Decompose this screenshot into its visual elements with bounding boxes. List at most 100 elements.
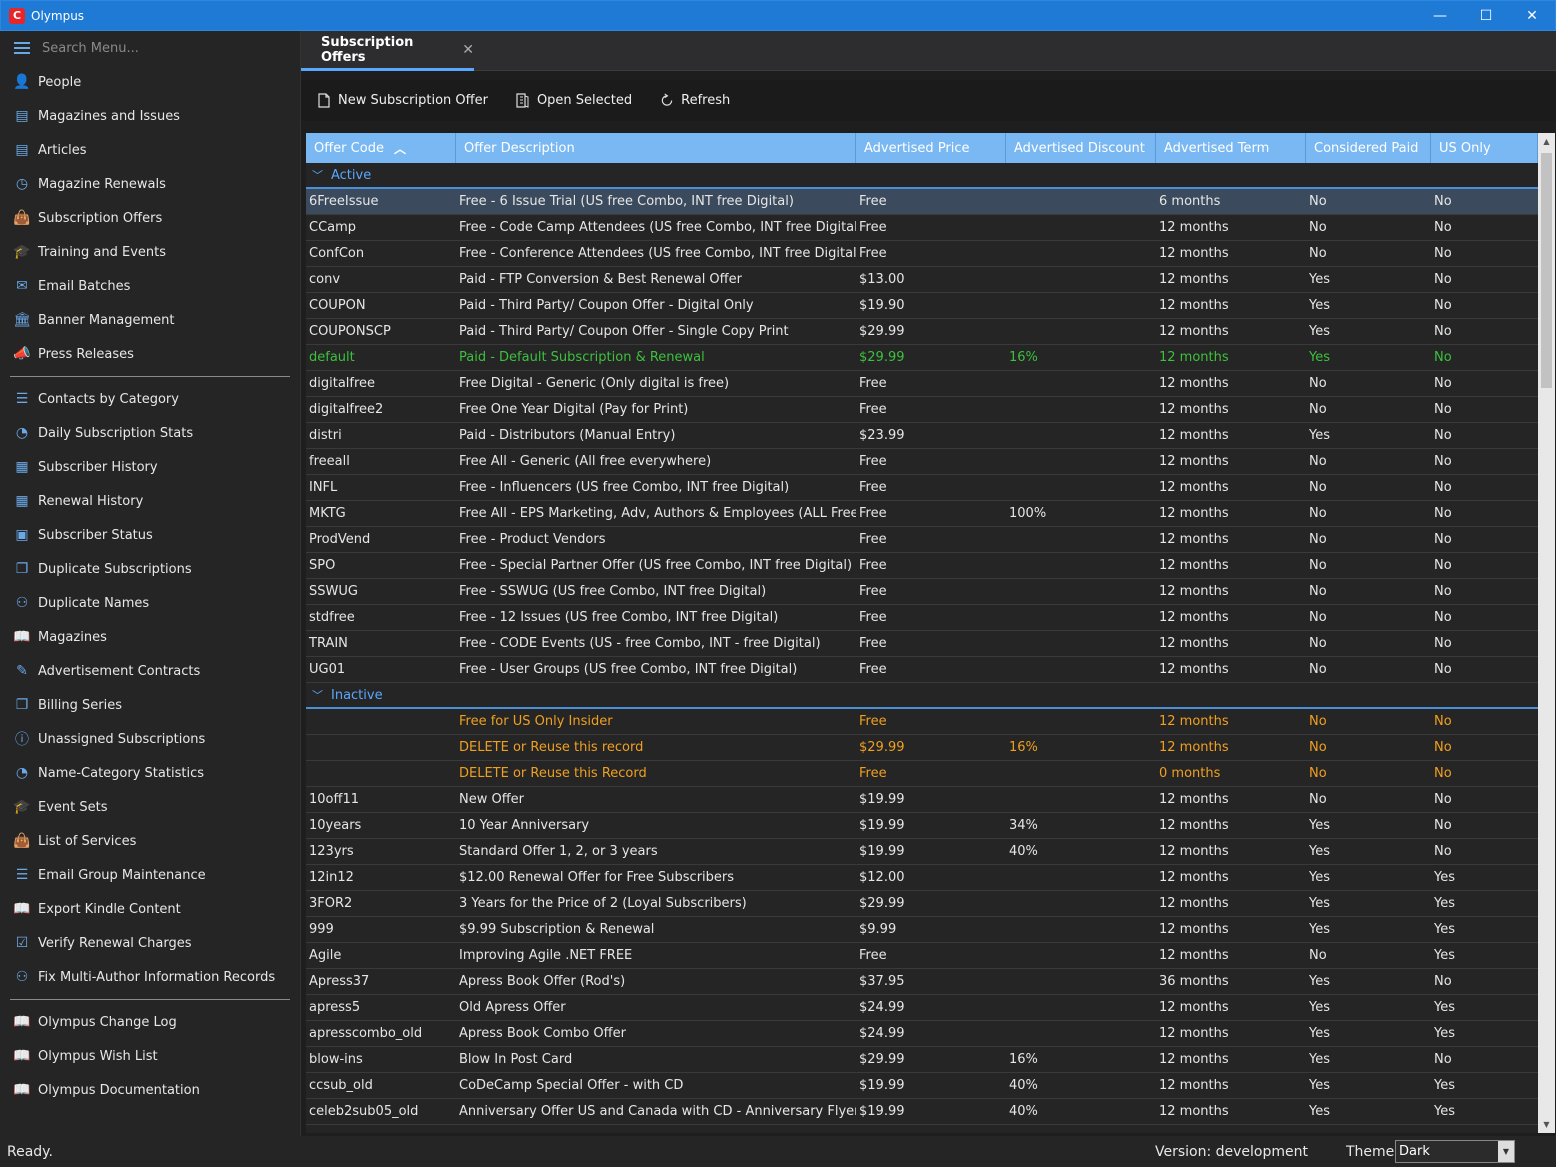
- table-row[interactable]: ccsub_old CoDeCamp Special Offer - with C…: [306, 1073, 1538, 1099]
- table-row[interactable]: celeb2sub05_old Anniversary Offer US and …: [306, 1099, 1538, 1125]
- table-row[interactable]: CCamp Free - Code Camp Attendees (US free…: [306, 215, 1538, 241]
- sidebar-item-subscriber-status[interactable]: ▣ Subscriber Status: [0, 518, 300, 552]
- considered-paid-cell: No: [1309, 454, 1327, 469]
- advertised-price-cell: $13.00: [859, 272, 905, 287]
- sidebar-item-articles[interactable]: ▤ Articles: [0, 133, 300, 167]
- sidebar-item-export-kindle-content[interactable]: 📖 Export Kindle Content: [0, 892, 300, 926]
- table-row[interactable]: SPO Free - Special Partner Offer (US free…: [306, 553, 1538, 579]
- table-row[interactable]: default Paid - Default Subscription & Ren…: [306, 345, 1538, 371]
- offer-code-cell: 10off11: [309, 792, 359, 807]
- sidebar-item-duplicate-names[interactable]: ⚇ Duplicate Names: [0, 586, 300, 620]
- sidebar-item-olympus-wish-list[interactable]: 📖 Olympus Wish List: [0, 1039, 300, 1073]
- table-row[interactable]: Apress37 Apress Book Offer (Rod's) $37.95 3…: [306, 969, 1538, 995]
- table-row[interactable]: distri Paid - Distributors (Manual Entry)…: [306, 423, 1538, 449]
- sidebar-item-olympus-documentation[interactable]: 📖 Olympus Documentation: [0, 1073, 300, 1107]
- table-row[interactable]: SSWUG Free - SSWUG (US free Combo, INT fr…: [306, 579, 1538, 605]
- scroll-down-icon[interactable]: ▼: [1538, 1116, 1555, 1133]
- table-row[interactable]: 3FOR2 3 Years for the Price of 2 (Loyal S…: [306, 891, 1538, 917]
- sidebar-item-press-releases[interactable]: 📣 Press Releases: [0, 337, 300, 371]
- table-row[interactable]: 123yrs Standard Offer 1, 2, or 3 years $19…: [306, 839, 1538, 865]
- table-row[interactable]: freeall Free All - Generic (All free ever…: [306, 449, 1538, 475]
- table-row[interactable]: DELETE or Reuse this Record Free 0 months N…: [306, 761, 1538, 787]
- minimize-button[interactable]: —: [1417, 1, 1463, 30]
- sidebar-item-daily-subscription-stats[interactable]: ◔ Daily Subscription Stats: [0, 416, 300, 450]
- sidebar-item-banner-management[interactable]: 🏛 Banner Management: [0, 303, 300, 337]
- column-header-advertised-discount[interactable]: Advertised Discount: [1006, 133, 1156, 163]
- sidebar-item-people[interactable]: 👤 People: [0, 65, 300, 99]
- sidebar-item-magazines-and-issues[interactable]: ▤ Magazines and Issues: [0, 99, 300, 133]
- column-header-us-only[interactable]: US Only: [1431, 133, 1538, 163]
- tab-subscription-offers[interactable]: Subscription Offers ✕: [301, 31, 474, 71]
- column-header-considered-paid[interactable]: Considered Paid: [1306, 133, 1431, 163]
- search-menu-input[interactable]: Search Menu...: [0, 31, 300, 65]
- table-row[interactable]: ConfCon Free - Conference Attendees (US f…: [306, 241, 1538, 267]
- table-row[interactable]: MKTG Free All - EPS Marketing, Adv, Autho…: [306, 501, 1538, 527]
- sidebar-item-advertisement-contracts[interactable]: ✎ Advertisement Contracts: [0, 654, 300, 688]
- sidebar-item-renewal-history[interactable]: ▦ Renewal History: [0, 484, 300, 518]
- table-row[interactable]: digitalfree Free Digital - Generic (Only …: [306, 371, 1538, 397]
- table-row[interactable]: 10years 10 Year Anniversary $19.99 34% 12 mo…: [306, 813, 1538, 839]
- column-header-advertised-term[interactable]: Advertised Term: [1156, 133, 1306, 163]
- table-row[interactable]: digitalfree2 Free One Year Digital (Pay f…: [306, 397, 1538, 423]
- sidebar-item-fix-multi-author-information-records[interactable]: ⚇ Fix Multi-Author Information Records: [0, 960, 300, 994]
- offer-description-cell: Free - Code Camp Attendees (US free Comb…: [459, 220, 856, 235]
- us-only-cell: Yes: [1434, 870, 1455, 885]
- table-row[interactable]: blow-ins Blow In Post Card $29.99 16% 12 mon…: [306, 1047, 1538, 1073]
- hamburger-menu-icon[interactable]: [14, 42, 30, 54]
- table-row[interactable]: Free for US Only Insider Free 12 months No N…: [306, 709, 1538, 735]
- theme-select[interactable]: Dark ▼: [1395, 1140, 1515, 1163]
- us-only-cell: No: [1434, 584, 1452, 599]
- refresh-button[interactable]: Refresh: [660, 93, 730, 109]
- table-row[interactable]: stdfree Free - 12 Issues (US free Combo, …: [306, 605, 1538, 631]
- sidebar-item-magazine-renewals[interactable]: ◷ Magazine Renewals: [0, 167, 300, 201]
- table-row[interactable]: conv Paid - FTP Conversion & Best Renewal…: [306, 267, 1538, 293]
- sidebar-item-olympus-change-log[interactable]: 📖 Olympus Change Log: [0, 1005, 300, 1039]
- table-row[interactable]: COUPONSCP Paid - Third Party/ Coupon Offe…: [306, 319, 1538, 345]
- sidebar-item-email-group-maintenance[interactable]: ☰ Email Group Maintenance: [0, 858, 300, 892]
- table-row[interactable]: apress5 Old Apress Offer $24.99 12 months Ye…: [306, 995, 1538, 1021]
- sidebar-item-contacts-by-category[interactable]: ☰ Contacts by Category: [0, 382, 300, 416]
- considered-paid-cell: Yes: [1309, 844, 1330, 859]
- chevron-down-icon[interactable]: ﹀: [312, 167, 323, 183]
- sidebar-item-verify-renewal-charges[interactable]: ☑ Verify Renewal Charges: [0, 926, 300, 960]
- chevron-down-icon[interactable]: ﹀: [312, 687, 323, 703]
- sidebar-item-list-of-services[interactable]: 👜 List of Services: [0, 824, 300, 858]
- close-window-button[interactable]: ✕: [1509, 1, 1555, 30]
- column-header-offer-description[interactable]: Offer Description: [456, 133, 856, 163]
- sidebar-item-training-and-events[interactable]: 🎓 Training and Events: [0, 235, 300, 269]
- column-header-advertised-price[interactable]: Advertised Price: [856, 133, 1006, 163]
- sidebar-item-email-batches[interactable]: ✉ Email Batches: [0, 269, 300, 303]
- table-row[interactable]: 999 $9.99 Subscription & Renewal $9.99 12 m…: [306, 917, 1538, 943]
- advertised-price-cell: $9.99: [859, 922, 897, 937]
- vertical-scrollbar[interactable]: ▲ ▼: [1538, 133, 1555, 1133]
- table-row[interactable]: apresscombo_old Apress Book Combo Offer $2…: [306, 1021, 1538, 1047]
- maximize-button[interactable]: ☐: [1463, 1, 1509, 30]
- sidebar-item-billing-series[interactable]: ❐ Billing Series: [0, 688, 300, 722]
- scroll-up-icon[interactable]: ▲: [1538, 133, 1555, 150]
- sidebar-item-magazines[interactable]: 📖 Magazines: [0, 620, 300, 654]
- sidebar-item-event-sets[interactable]: 🎓 Event Sets: [0, 790, 300, 824]
- table-row[interactable]: 10off11 New Offer $19.99 12 months No No: [306, 787, 1538, 813]
- table-row[interactable]: 6FreeIssue Free - 6 Issue Trial (US free …: [306, 189, 1538, 215]
- table-row[interactable]: Agile Improving Agile .NET FREE Free 12 mon…: [306, 943, 1538, 969]
- scroll-thumb[interactable]: [1541, 153, 1552, 388]
- dropdown-arrow-icon[interactable]: ▼: [1498, 1141, 1514, 1162]
- table-row[interactable]: ProdVend Free - Product Vendors Free 12 mon…: [306, 527, 1538, 553]
- column-header-offer-code[interactable]: Offer Code ︿: [306, 133, 456, 163]
- table-row[interactable]: DELETE or Reuse this record $29.99 16% 12 m…: [306, 735, 1538, 761]
- group-row-active[interactable]: ﹀ Active: [306, 163, 1538, 189]
- table-row[interactable]: COUPON Paid - Third Party/ Coupon Offer -…: [306, 293, 1538, 319]
- table-row[interactable]: UG01 Free - User Groups (US free Combo, I…: [306, 657, 1538, 683]
- sidebar-item-name-category-statistics[interactable]: ◔ Name-Category Statistics: [0, 756, 300, 790]
- tab-close-icon[interactable]: ✕: [462, 42, 474, 58]
- sidebar-item-subscription-offers[interactable]: 👜 Subscription Offers: [0, 201, 300, 235]
- sidebar-item-unassigned-subscriptions[interactable]: ⓘ Unassigned Subscriptions: [0, 722, 300, 756]
- sidebar-item-duplicate-subscriptions[interactable]: ❐ Duplicate Subscriptions: [0, 552, 300, 586]
- group-row-inactive[interactable]: ﹀ Inactive: [306, 683, 1538, 709]
- new-subscription-offer-button[interactable]: New Subscription Offer: [317, 93, 488, 109]
- sidebar-item-subscriber-history[interactable]: ▦ Subscriber History: [0, 450, 300, 484]
- table-row[interactable]: 12in12 $12.00 Renewal Offer for Free Subs…: [306, 865, 1538, 891]
- table-row[interactable]: INFL Free - Influencers (US free Combo, I…: [306, 475, 1538, 501]
- table-row[interactable]: TRAIN Free - CODE Events (US - free Combo…: [306, 631, 1538, 657]
- open-selected-button[interactable]: Open Selected: [516, 93, 632, 109]
